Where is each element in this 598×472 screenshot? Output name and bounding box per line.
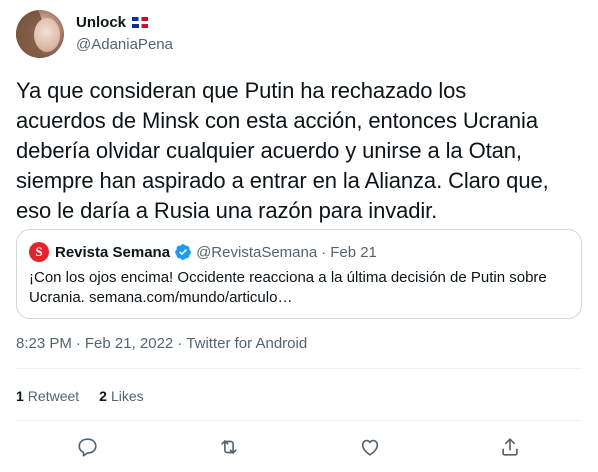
retweets-count: 1 [16, 388, 24, 404]
likes-label: Likes [110, 388, 144, 404]
author-handle[interactable]: @AdaniaPena [76, 36, 173, 53]
reply-icon [78, 438, 97, 457]
likes-stat[interactable]: 2 Likes [99, 388, 143, 404]
reply-button[interactable] [75, 434, 101, 460]
tweet-text-line: siempre han aspirado a entrar en la Alia… [16, 168, 549, 193]
separator-dot: · [321, 243, 327, 261]
dominican-republic-flag-icon [132, 17, 149, 28]
separator-dot: · [75, 335, 81, 352]
like-icon [361, 439, 379, 456]
quoted-author-name: Revista Semana [55, 243, 171, 261]
tweet-time[interactable]: 8:23 PM [16, 335, 72, 352]
verified-badge-icon [174, 243, 192, 261]
retweets-label: Retweet [27, 388, 80, 404]
quoted-tweet-header: S Revista Semana @RevistaSemana · Feb 21 [29, 242, 377, 262]
separator-dot: · [177, 335, 183, 352]
tweet-text-line: acuerdos de Minsk con esta acción, enton… [16, 108, 538, 133]
tweet-source: Twitter for Android [186, 335, 308, 352]
retweets-stat[interactable]: 1 Retweet [16, 388, 79, 404]
retweet-icon [221, 440, 237, 454]
avatar[interactable] [16, 10, 64, 58]
tweet-text-line: debería olvidar cualquier acuerdo y unir… [16, 138, 522, 163]
author-name-row: Unlock [76, 14, 149, 31]
semana-logo-icon: S [29, 242, 49, 262]
like-button[interactable] [357, 434, 383, 460]
tweet-date[interactable]: Feb 21, 2022 [85, 335, 173, 352]
quoted-tweet-date: Feb 21 [330, 243, 377, 261]
quoted-author-handle: @RevistaSemana [196, 243, 318, 261]
share-button[interactable] [497, 434, 523, 460]
engagement-stats: 1 Retweet 2 Likes [16, 388, 144, 404]
quoted-tweet-card[interactable]: S Revista Semana @RevistaSemana · Feb 21… [16, 229, 582, 319]
tweet-metadata: 8:23 PM · Feb 21, 2022 · Twitter for And… [16, 335, 307, 352]
divider [16, 368, 582, 369]
retweet-button[interactable] [216, 434, 242, 460]
quoted-tweet-text: ¡Con los ojos encima! Occidente reaccion… [29, 268, 569, 308]
author-display-name[interactable]: Unlock [76, 14, 126, 31]
quoted-text-line: ¡Con los ojos encima! Occidente reaccion… [29, 269, 547, 286]
tweet-text-line: Ya que consideran que Putin ha rechazado… [16, 78, 467, 103]
tweet-text-line: eso le daría a Rusia una razón para inva… [16, 198, 438, 223]
tweet-actions-bar [0, 432, 598, 462]
likes-count: 2 [99, 388, 107, 404]
tweet-text: Ya que consideran que Putin ha rechazado… [16, 76, 582, 226]
quoted-text-line: Ucrania. semana.com/mundo/articulo… [29, 289, 293, 306]
divider [16, 420, 582, 421]
share-icon [502, 438, 518, 456]
